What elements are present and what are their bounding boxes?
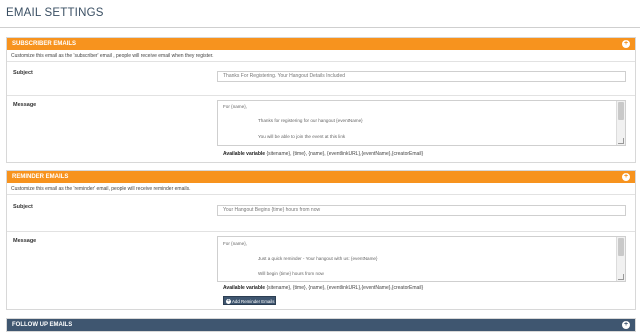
available-variable-list: {sitename}, {time}, {name}, {eventlinkUR… xyxy=(266,151,424,157)
message-line: For {name}, xyxy=(223,104,248,109)
followup-emails-header[interactable]: FOLLOW UP EMAILS + xyxy=(7,319,635,331)
reminder-message-textarea[interactable]: For {name}, Just a quick reminder - Your… xyxy=(217,236,626,282)
subscriber-available-variables: Available variable {sitename}, {time}, {… xyxy=(223,151,423,157)
plus-circle-icon[interactable]: + xyxy=(622,321,630,329)
reminder-emails-heading: REMINDER EMAILS xyxy=(12,174,69,180)
reminder-available-variables: Available variable {sitename}, {time}, {… xyxy=(223,285,423,291)
resize-grip-icon[interactable] xyxy=(618,274,624,280)
page-header: EMAIL SETTINGS xyxy=(0,0,640,28)
add-reminder-emails-button[interactable]: + Add Reminder Emails xyxy=(223,296,276,305)
followup-emails-section: FOLLOW UP EMAILS + xyxy=(6,318,636,332)
subscriber-subject-input[interactable]: Thanks For Registering. Your Hangout Det… xyxy=(217,71,626,82)
message-line: Will begin {time} hours from now xyxy=(258,271,324,276)
message-line: Thanks for registering for our hangout {… xyxy=(258,118,363,123)
available-variable-list: {sitename}, {time}, {name}, {eventlinkUR… xyxy=(266,285,424,291)
subscriber-description: Customize this email as the 'subscriber'… xyxy=(11,53,214,59)
message-line: For {name}, xyxy=(223,241,248,246)
message-line: You will be able to join the event at th… xyxy=(258,134,346,139)
subscriber-message-label: Message xyxy=(13,102,37,108)
subscriber-emails-section: SUBSCRIBER EMAILS + Customize this email… xyxy=(6,37,636,163)
reminder-subject-input[interactable]: Your Hangout Begins {time} hours from no… xyxy=(217,205,626,216)
available-variable-label: Available variable xyxy=(223,285,266,291)
reminder-subject-row: Subject Your Hangout Begins {time} hours… xyxy=(7,194,635,227)
scroll-thumb[interactable] xyxy=(618,102,624,120)
page-title: EMAIL SETTINGS xyxy=(6,7,104,19)
message-line: Just a quick reminder - Your hangout wit… xyxy=(258,256,378,261)
subscriber-emails-header[interactable]: SUBSCRIBER EMAILS + xyxy=(7,38,635,50)
followup-emails-heading: FOLLOW UP EMAILS xyxy=(12,322,73,328)
subscriber-subject-label: Subject xyxy=(13,70,33,76)
subscriber-emails-heading: SUBSCRIBER EMAILS xyxy=(12,41,77,47)
reminder-emails-section: REMINDER EMAILS + Customize this email a… xyxy=(6,170,636,310)
resize-grip-icon[interactable] xyxy=(618,138,624,144)
subscriber-message-textarea[interactable]: For {name}, Thanks for registering for o… xyxy=(217,100,626,146)
reminder-message-row: Message For {name}, Just a quick reminde… xyxy=(7,231,635,309)
plus-circle-icon[interactable]: + xyxy=(622,40,630,48)
add-reminder-emails-label: Add Reminder Emails xyxy=(232,299,275,304)
reminder-message-label: Message xyxy=(13,238,37,244)
reminder-emails-header[interactable]: REMINDER EMAILS + xyxy=(7,171,635,183)
available-variable-label: Available variable xyxy=(223,151,266,157)
subscriber-subject-row: Subject Thanks For Registering. Your Han… xyxy=(7,61,635,89)
subscriber-message-row: Message For {name}, Thanks for registeri… xyxy=(7,95,635,162)
plus-circle-icon[interactable]: + xyxy=(622,173,630,181)
reminder-description: Customize this email as the 'reminder' e… xyxy=(11,186,191,192)
scroll-thumb[interactable] xyxy=(618,238,624,256)
plus-circle-icon: + xyxy=(226,298,231,305)
reminder-subject-label: Subject xyxy=(13,204,33,210)
